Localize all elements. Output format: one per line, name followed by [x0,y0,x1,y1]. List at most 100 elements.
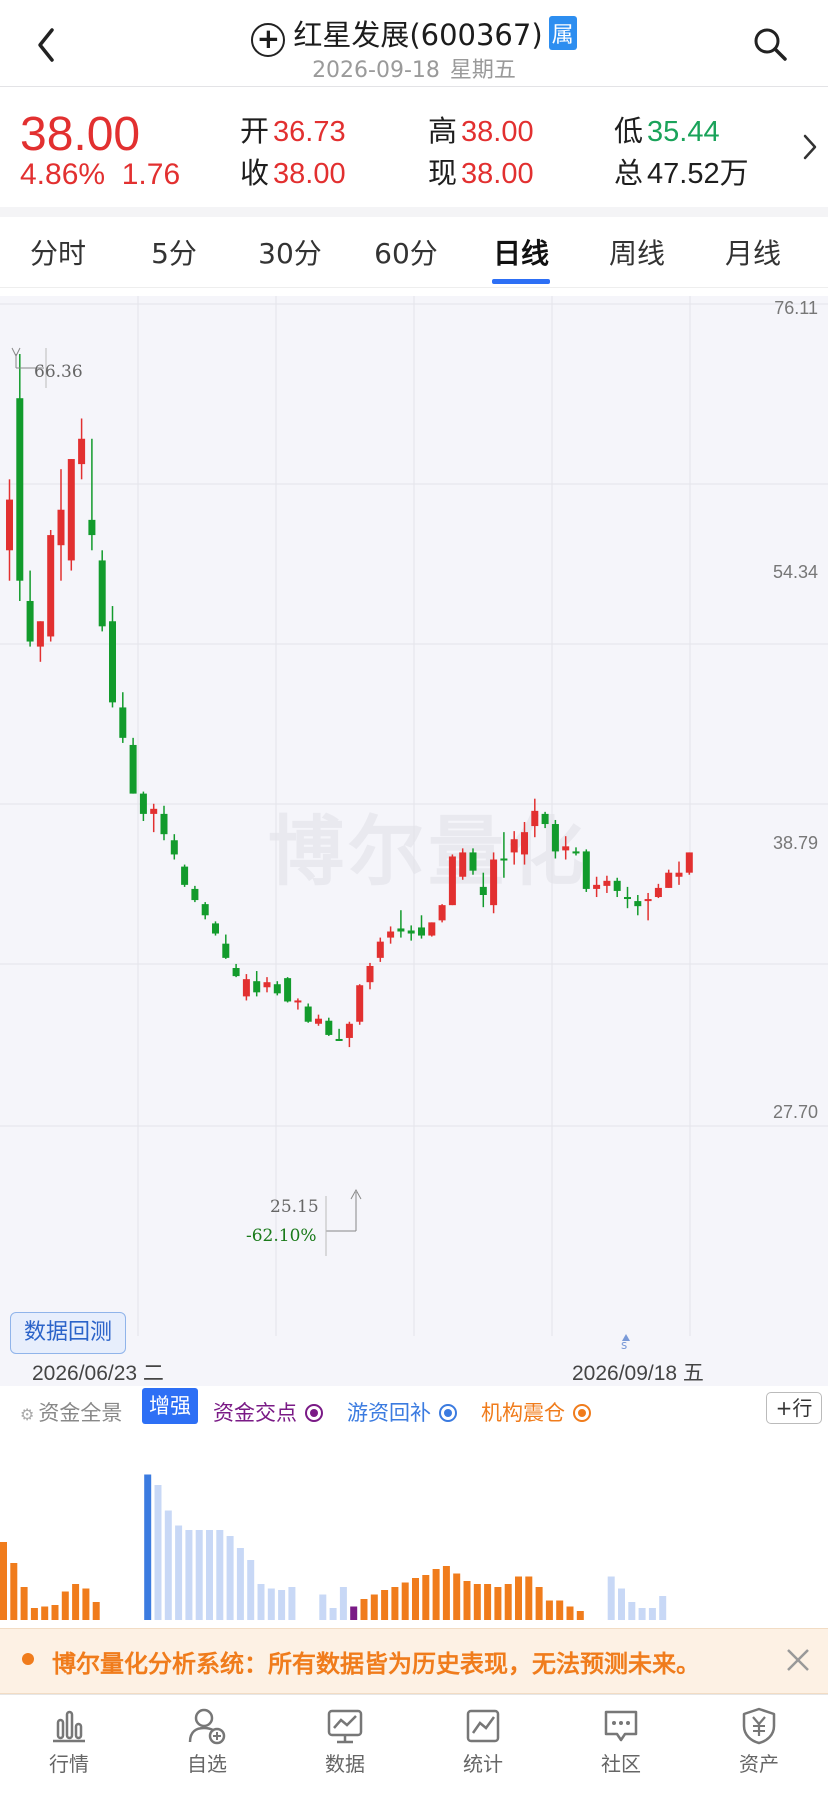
candle-body [407,930,415,934]
candle-body [315,1018,322,1024]
nav-statistics[interactable]: 统计 [433,1706,533,1777]
fund-overview-toggle[interactable]: ⚙ 资金全景 [20,1397,122,1427]
volume-bar [463,1581,471,1620]
volume-bar [576,1611,584,1620]
volume-bar [144,1474,152,1620]
candle-body [531,810,539,827]
enhance-button[interactable]: 增强 [142,1388,198,1424]
candle [67,459,75,571]
candle-body [109,621,116,703]
volume-bar [92,1602,100,1620]
volume-chart[interactable] [0,1430,828,1626]
monitor-chart-icon [327,1709,363,1744]
tab-daily[interactable]: 日线 [463,232,579,272]
candle [562,836,570,860]
candlestick-chart[interactable] [0,296,828,1386]
candle [109,606,116,708]
candle-body [428,922,436,936]
volume-bar [648,1608,656,1620]
search-icon[interactable] [752,26,788,62]
candle [613,877,621,898]
tab-monthly[interactable]: 月线 [695,232,811,272]
volume-bar [370,1594,378,1620]
candle-body [387,931,395,938]
volume-bar [82,1588,90,1620]
total-field: 总 47.52万 [614,156,749,190]
candle-body [67,459,75,561]
volume-bar [607,1576,615,1620]
candle-body [47,535,55,637]
candle-body [490,859,498,906]
candle [325,1017,333,1036]
nav-market[interactable]: 行情 [19,1706,119,1777]
candle-body [98,560,106,627]
candle [387,926,395,944]
stock-date: 2026-09-18 星期五 [0,52,828,84]
volume-bar [41,1606,49,1620]
tab-60min[interactable]: 60分 [348,232,464,272]
candle-body [356,985,364,1022]
candle-body [572,851,580,854]
tab-intraday[interactable]: 分时 [0,232,116,272]
change-amount: 1.76 [121,158,181,191]
close-icon[interactable] [784,1646,812,1674]
open-field: 开 36.73 [240,114,346,148]
add-row-button[interactable]: +行 [766,1392,822,1424]
volume-bar [51,1605,59,1620]
volume-bar [278,1590,286,1620]
disclaimer-text: 博尔量化分析系统：所有数据皆为历史表现，无法预测未来。 [52,1650,700,1678]
data-backtest-button[interactable]: 数据回测 [10,1312,126,1354]
candle [232,963,240,978]
candle [448,854,456,906]
candle-body [562,846,570,851]
candle [593,876,601,898]
current-price: 38.00 [20,108,141,161]
indicator-fund-cross[interactable]: 资金交点 [213,1397,323,1427]
volume-bar [226,1536,234,1620]
volume-bar [638,1608,646,1620]
price-change: 4.86% 1.76 [20,158,180,192]
volume-bar [72,1584,80,1620]
candle-body [654,887,662,898]
candle-body [582,851,590,889]
nav-data[interactable]: 数据 [295,1706,395,1777]
candle [551,819,559,859]
volume-bar [185,1530,193,1620]
candle-body [119,707,127,738]
candle-body [675,872,683,877]
candle-body [36,621,44,647]
candle-body [521,832,528,855]
candle [315,1014,322,1026]
candle-body [438,905,446,921]
candle [572,847,580,856]
candle-body [593,884,601,889]
volume-bar [515,1576,522,1620]
candle-body [222,943,230,958]
volume-bar [381,1590,389,1620]
category-tag[interactable]: 属 [548,16,577,50]
nav-community[interactable]: 社区 [571,1706,671,1777]
candle-body [634,901,642,907]
indicator-institution[interactable]: 机构震仓 [481,1397,591,1427]
chevron-right-icon[interactable] [800,132,820,162]
indicator-hot-money[interactable]: 游资回补 [347,1397,457,1427]
volume-bar [247,1560,255,1620]
volume-bar [267,1588,275,1620]
candle [541,811,549,829]
y-label-2: 54.34 [772,562,818,582]
candle [304,1003,312,1023]
candle [150,803,158,833]
nav-watchlist[interactable]: 自选 [157,1706,257,1777]
volume-bar [494,1587,502,1620]
volume-bar [164,1510,172,1620]
tab-weekly[interactable]: 周线 [579,232,695,272]
tab-30min[interactable]: 30分 [232,232,348,272]
nav-assets[interactable]: 资产 [709,1706,809,1777]
tab-5min[interactable]: 5分 [116,232,232,272]
candle-body [459,852,467,877]
stock-title: + 红星发展(600367) 属 [0,12,828,57]
volume-bar [566,1606,574,1620]
volume-bar [329,1608,337,1620]
candle-body [284,978,292,1002]
gear-icon: ⚙ [20,1405,35,1424]
